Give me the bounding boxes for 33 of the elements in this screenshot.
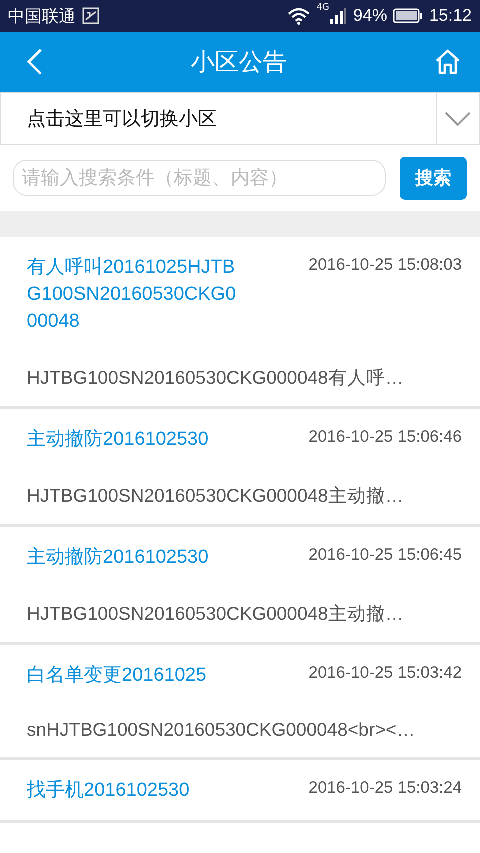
notice-title: 主动撤防2016102530 bbox=[27, 428, 210, 452]
carrier-name: 中国联通 bbox=[8, 6, 76, 28]
home-icon bbox=[434, 48, 462, 76]
notice-summary: HJTBG100SN20160530CKG000048有人呼… bbox=[27, 366, 405, 390]
chevron-down-icon bbox=[444, 110, 472, 126]
notice-title: 找手机2016102530 bbox=[27, 779, 191, 803]
notice-summary: HJTBG100SN20160530CKG000048主动撤… bbox=[27, 602, 405, 626]
community-dropdown[interactable]: 点击这里可以切换小区 bbox=[0, 92, 480, 145]
back-icon bbox=[26, 48, 44, 76]
image-icon bbox=[82, 7, 100, 25]
notice-item[interactable]: 白名单变更20161025 2016-10-25 15:03:42 snHJTBG100SN20160530CKG000048<br><… bbox=[0, 645, 480, 760]
notice-item[interactable]: 找手机2016102530 2016-10-25 15:03:24 bbox=[0, 760, 480, 823]
clock: 15:12 bbox=[429, 6, 472, 26]
search-field[interactable]: 请输入搜索条件（标题、内容） bbox=[13, 160, 386, 196]
notice-time: 2016-10-25 15:03:42 bbox=[308, 664, 462, 683]
wifi-icon bbox=[286, 7, 311, 25]
page-title: 小区公告 bbox=[191, 47, 287, 78]
notice-time: 2016-10-25 15:06:46 bbox=[308, 428, 462, 447]
signal-icon bbox=[329, 7, 348, 25]
notice-summary: snHJTBG100SN20160530CKG000048<br><… bbox=[27, 719, 416, 741]
battery-icon bbox=[393, 8, 424, 24]
notice-title: 白名单变更20161025 bbox=[27, 664, 208, 688]
notice-time: 2016-10-25 15:03:24 bbox=[308, 779, 462, 798]
notice-item[interactable]: 有人呼叫20161025HJTBG100SN20160530CKG000048 2016-10-25 15:08:03 HJTBG100SN20160530CKG000048有人呼… bbox=[0, 237, 480, 409]
notice-item[interactable]: 主动撤防2016102530 2016-10-25 15:06:46 HJTBG100SN20160530CKG000048主动撤… bbox=[0, 409, 480, 527]
notice-summary: HJTBG100SN20160530CKG000048主动撤… bbox=[27, 484, 405, 508]
notice-title: 有人呼叫20161025HJTBG100SN20160530CKG000048 bbox=[27, 256, 238, 334]
notice-title: 主动撤防2016102530 bbox=[27, 546, 210, 570]
network-type: 4G bbox=[316, 3, 330, 13]
battery-percent: 94% bbox=[353, 6, 388, 26]
notice-time: 2016-10-25 15:08:03 bbox=[308, 256, 462, 275]
notice-time: 2016-10-25 15:06:45 bbox=[308, 546, 462, 565]
notice-item[interactable]: 主动撤防2016102530 2016-10-25 15:06:45 HJTBG100SN20160530CKG000048主动撤… bbox=[0, 527, 480, 645]
